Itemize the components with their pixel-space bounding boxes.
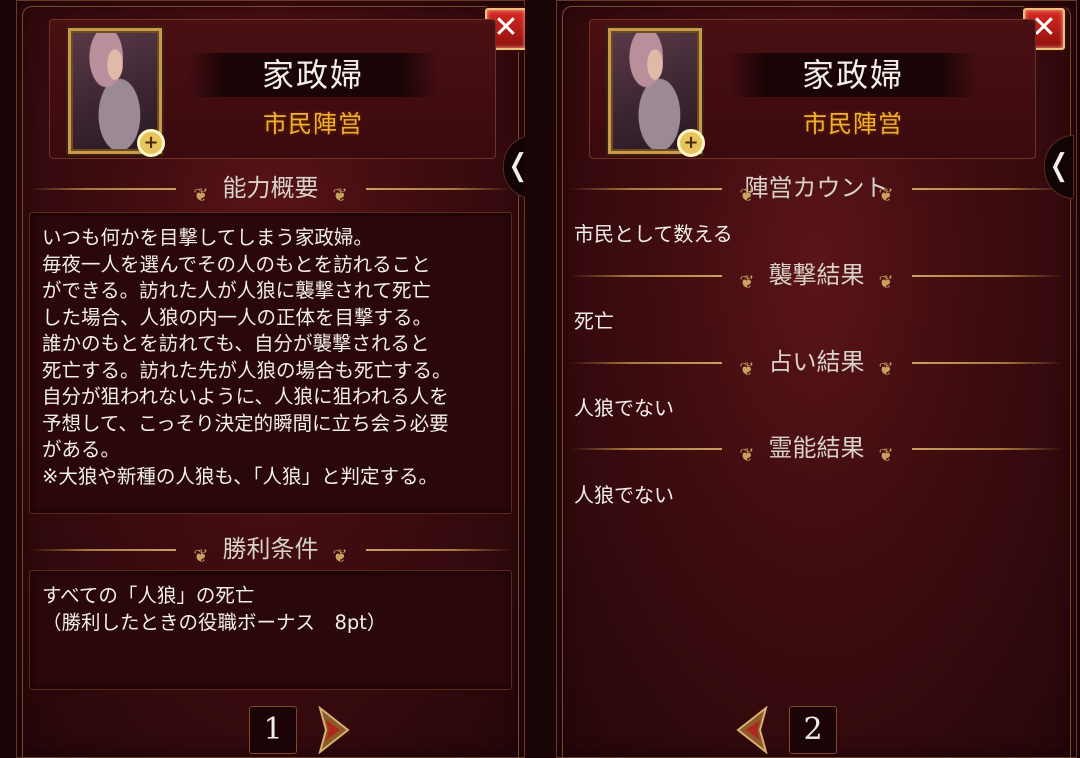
section-title: 襲撃結果 [768,261,865,289]
section-heading-attack-result: ❦ 襲撃結果 ❦ [556,257,1077,293]
next-page-arrow-icon[interactable] [316,706,352,754]
ornament-icon: ❦ [739,359,755,380]
description-line: 自分が狙われないように、人狼に狙われる人を [42,385,449,408]
role-portrait[interactable]: + [608,28,705,157]
collapse-tab-icon: ❬ [1046,148,1072,183]
role-name: 家政婦 [188,53,438,97]
ornament-icon: ❦ [739,445,755,466]
ornament-icon: ❦ [878,272,894,293]
section-heading-ability: ❦ 能力概要 ❦ [16,170,525,206]
faction-count-value: 市民として数える [574,222,733,246]
role-name: 家政婦 [728,53,978,97]
page-number: 2 [789,706,837,754]
description-line: ができる。訪れた人が人狼に襲撃されて死亡 [42,279,432,302]
divination-result-value: 人狼でない [574,396,674,420]
ability-description: いつも何かを目撃してしまう家政婦。 毎夜一人を選んでその人のもとを訪れること が… [29,212,512,514]
close-icon: ✕ [493,10,519,45]
section-title: 占い結果 [768,348,865,376]
description-line: いつも何かを目撃してしまう家政婦。 [42,226,373,249]
description-line: ※大狼や新種の人狼も、「人狼」と判定する。 [42,464,439,488]
description-line: 死亡する。訪れた先が人狼の場合も死亡する。 [42,358,452,382]
section-heading-faction-count: ❦ 陣営カウント ❦ [556,170,1077,206]
description-line: 誰かのもとを訪れても、自分が襲撃されると [42,332,430,355]
section-heading-medium-result: ❦ 霊能結果 ❦ [556,430,1077,466]
description-line: 予想して、こっそり決定的瞬間に立ち会う必要 [42,411,449,435]
section-title: 勝利条件 [222,535,319,563]
zoom-in-icon[interactable]: + [137,129,165,157]
section-title: 能力概要 [222,174,319,202]
ornament-icon: ❦ [193,185,209,206]
role-card-page-2: ✕ + 家政婦 市民陣営 ❦ 陣営カウント ❦ 市民として数える ❦ 襲撃結果 … [553,0,1080,758]
medium-result-value: 人狼でない [574,483,674,507]
description-line: した場合、人狼の内一人の正体を目撃する。 [42,305,433,329]
ornament-icon: ❦ [332,185,348,206]
section-title: 霊能結果 [768,434,865,462]
description-line: 毎夜一人を選んでその人のもとを訪れること [42,252,431,276]
section-title: 陣営カウント [744,174,889,202]
ornament-icon: ❦ [878,185,894,206]
zoom-in-icon[interactable]: + [677,129,705,157]
page-number: 1 [249,706,297,754]
role-portrait[interactable]: + [68,28,165,157]
faction-label: 市民陣営 [263,110,363,138]
ornament-icon: ❦ [739,272,755,293]
victory-condition: すべての「人狼」の死亡 （勝利したときの役職ボーナス 8pt） [29,570,512,690]
ornament-icon: ❦ [739,185,755,206]
prev-page-arrow-icon[interactable] [734,706,770,754]
collapse-tab-icon: ❬ [505,148,525,183]
ornament-icon: ❦ [878,445,894,466]
ornament-icon: ❦ [878,359,894,380]
faction-label: 市民陣営 [803,110,903,138]
role-card-page-1: ✕ + 家政婦 市民陣営 ❦ 能力概要 ❦ いつも何かを目撃してしまう家政婦。 … [13,0,528,758]
section-heading-victory: ❦ 勝利条件 ❦ [16,531,525,567]
victory-line: （勝利したときの役職ボーナス 8pt） [42,610,387,634]
description-line: がある。 [42,438,121,461]
section-heading-divination-result: ❦ 占い結果 ❦ [556,344,1077,380]
role-header: + 家政婦 市民陣営 [49,19,496,159]
role-header: + 家政婦 市民陣営 [589,19,1036,159]
attack-result-value: 死亡 [574,309,614,333]
victory-line: すべての「人狼」の死亡 [42,584,255,607]
